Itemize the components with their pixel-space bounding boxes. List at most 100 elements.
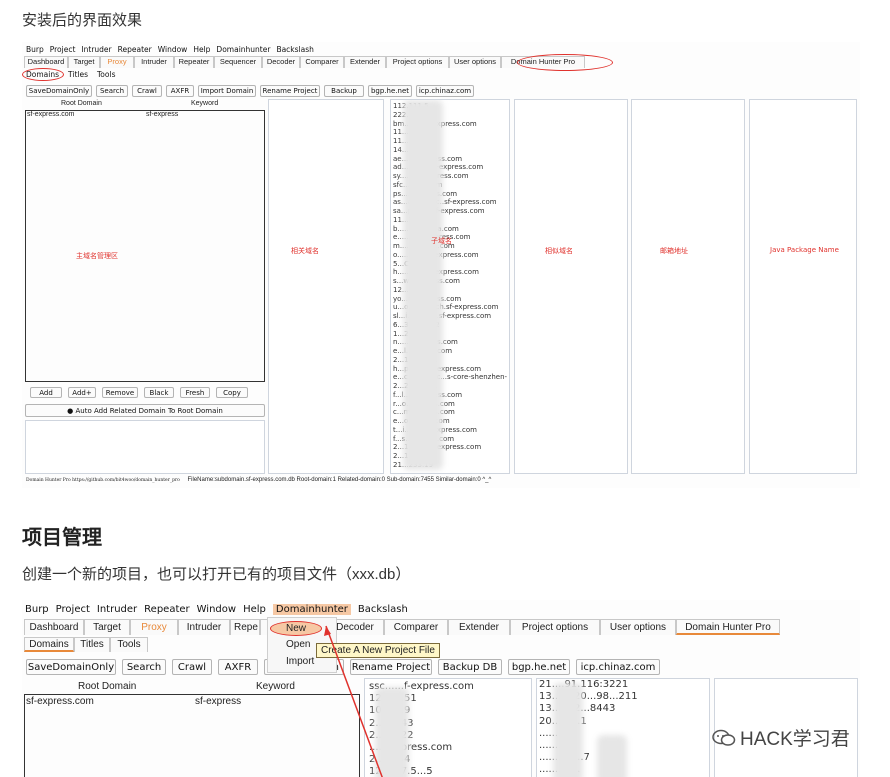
col-keyword[interactable]: Keyword — [191, 100, 218, 107]
toolbar: SaveDomainOnly Search Crawl AXFR Import … — [26, 85, 474, 106]
menu-domainhunter[interactable]: Domainhunter — [216, 45, 270, 54]
search-button-2[interactable]: Search — [122, 659, 166, 675]
tab2-proxy[interactable]: Proxy — [130, 619, 178, 635]
tab2-target[interactable]: Target — [84, 619, 130, 635]
bgp-button-2[interactable]: bgp.he.net — [508, 659, 570, 675]
crawl-button[interactable]: Crawl — [132, 85, 162, 97]
menu-project[interactable]: Project — [50, 45, 76, 54]
add-button[interactable]: Add — [30, 387, 62, 398]
label-subdomain: 子域名 — [431, 237, 452, 245]
subtab2-domains[interactable]: Domains — [24, 637, 74, 652]
root-domain-table-2[interactable]: sf-express.com sf-express — [24, 694, 360, 777]
cell-keyword[interactable]: sf-express — [146, 111, 178, 118]
menu2-backslash[interactable]: Backslash — [358, 604, 408, 615]
menu2-project[interactable]: Project — [56, 604, 90, 615]
menu2-help[interactable]: Help — [243, 604, 266, 615]
tab-repeater[interactable]: Repeater — [174, 56, 214, 68]
remove-button[interactable]: Remove — [102, 387, 138, 398]
root-notes-area[interactable] — [25, 420, 265, 474]
tab-row-2: Dashboard Target Proxy Intruder Repe uen… — [24, 619, 780, 635]
tab-user-options[interactable]: User options — [449, 56, 501, 68]
tab-dashboard[interactable]: Dashboard — [24, 56, 68, 68]
menu-item-import[interactable]: Import — [286, 656, 314, 667]
menu-item-open[interactable]: Open — [286, 639, 310, 650]
save-domain-only-button[interactable]: SaveDomainOnly — [26, 85, 92, 97]
tab2-intruder[interactable]: Intruder — [178, 619, 230, 635]
watermark: HACK学习君 — [712, 724, 850, 751]
subtab2-titles[interactable]: Titles — [74, 637, 110, 652]
menu-burp[interactable]: Burp — [26, 45, 44, 54]
subdomain-list-panel[interactable]: 21....91.116:322113....9.20...98...21113… — [536, 678, 710, 777]
tab-project-options[interactable]: Project options — [386, 56, 449, 68]
tab2-domain-hunter-pro[interactable]: Domain Hunter Pro — [676, 619, 780, 635]
menu-item-new[interactable]: New — [270, 621, 322, 636]
section-title: 项目管理 — [22, 527, 102, 549]
menu2-window[interactable]: Window — [197, 604, 236, 615]
bgp-button[interactable]: bgp.he.net — [368, 85, 412, 97]
menu-help[interactable]: Help — [193, 45, 210, 54]
axfr-button-2[interactable]: AXFR — [218, 659, 258, 675]
menu2-burp[interactable]: Burp — [25, 604, 49, 615]
action-buttons: Add Add+ Remove Black Fresh Copy — [30, 387, 248, 398]
tab2-extender[interactable]: Extender — [448, 619, 510, 635]
menubar-2: Burp Project Intruder Repeater Window He… — [25, 604, 408, 615]
subtab2-tools[interactable]: Tools — [110, 637, 148, 652]
email-panel[interactable]: 邮箱地址 — [631, 99, 745, 474]
subtab-tools[interactable]: Tools — [97, 70, 115, 79]
subdomain-panel[interactable]: 112.111.5...222.1...bm...c...e...express… — [390, 99, 510, 474]
tab2-user-options[interactable]: User options — [600, 619, 676, 635]
tab-comparer[interactable]: Comparer — [300, 56, 344, 68]
section-desc: 创建一个新的项目，也可以打开已有的项目文件（xxx.db） — [22, 566, 411, 583]
label-similar-domain: 相似域名 — [545, 247, 573, 255]
tab-decoder[interactable]: Decoder — [262, 56, 300, 68]
tab2-project-options[interactable]: Project options — [510, 619, 600, 635]
backup-db-button[interactable]: Backup DB — [324, 85, 364, 106]
menu2-repeater[interactable]: Repeater — [144, 604, 189, 615]
icp-button-2[interactable]: icp.chinaz.com — [576, 659, 660, 675]
auto-add-related-toggle[interactable]: ● Auto Add Related Domain To Root Domain — [25, 404, 265, 417]
sub-tabs-2: Domains Titles Tools — [24, 637, 148, 652]
root-domain-table[interactable]: sf-express.com sf-express 主域名管理区 — [25, 110, 265, 382]
icp-button[interactable]: icp.chinaz.com — [416, 85, 474, 97]
tab2-comparer[interactable]: Comparer — [384, 619, 448, 635]
tab2-repeater[interactable]: Repe — [230, 619, 260, 635]
similar-domain-panel[interactable]: 相似域名 — [514, 99, 628, 474]
tab-target[interactable]: Target — [68, 56, 100, 68]
wechat-icon — [712, 729, 736, 746]
rename-project-button[interactable]: Rename Project — [260, 85, 320, 97]
status-left: Domain Hunter Pro https://github.com/bit… — [26, 478, 180, 483]
menu2-intruder[interactable]: Intruder — [97, 604, 137, 615]
add-plus-button[interactable]: Add+ — [68, 387, 96, 398]
related-domain-panel[interactable]: 相关域名 — [268, 99, 384, 474]
tab-proxy[interactable]: Proxy — [100, 56, 134, 68]
crawl-button-2[interactable]: Crawl — [172, 659, 212, 675]
tab-sequencer[interactable]: Sequencer — [214, 56, 262, 68]
col-root-domain[interactable]: Root Domain — [61, 100, 102, 107]
table-header-2: Root Domain Keyword — [24, 680, 360, 695]
import-domain-button[interactable]: Import Domain — [198, 85, 256, 97]
tab-intruder[interactable]: Intruder — [134, 56, 174, 68]
menu-backslash[interactable]: Backslash — [276, 45, 313, 54]
col2-root-domain[interactable]: Root Domain — [78, 681, 136, 692]
cell2-keyword[interactable]: sf-express — [195, 696, 241, 707]
menu-repeater[interactable]: Repeater — [118, 45, 152, 54]
tab-extender[interactable]: Extender — [344, 56, 386, 68]
backup-db-button-2[interactable]: Backup DB — [438, 659, 502, 675]
tab2-dashboard[interactable]: Dashboard — [24, 619, 84, 635]
axfr-button[interactable]: AXFR — [166, 85, 194, 97]
annotation-oval-subtab — [22, 68, 64, 81]
black-button[interactable]: Black — [144, 387, 174, 398]
label-java-package: Java Package Name — [770, 246, 839, 254]
copy-button[interactable]: Copy — [216, 387, 248, 398]
save-domain-only-button-2[interactable]: SaveDomainOnly — [26, 659, 116, 675]
java-package-panel[interactable]: Java Package Name — [749, 99, 857, 474]
cell-root-domain[interactable]: sf-express.com — [27, 111, 74, 118]
menu-intruder[interactable]: Intruder — [81, 45, 111, 54]
fresh-button[interactable]: Fresh — [180, 387, 210, 398]
menu-window[interactable]: Window — [158, 45, 188, 54]
menu2-domainhunter[interactable]: Domainhunter — [272, 604, 351, 615]
search-button[interactable]: Search — [96, 85, 128, 97]
subtab-titles[interactable]: Titles — [68, 70, 88, 79]
col2-keyword[interactable]: Keyword — [256, 681, 295, 692]
cell2-root-domain[interactable]: sf-express.com — [26, 696, 94, 707]
